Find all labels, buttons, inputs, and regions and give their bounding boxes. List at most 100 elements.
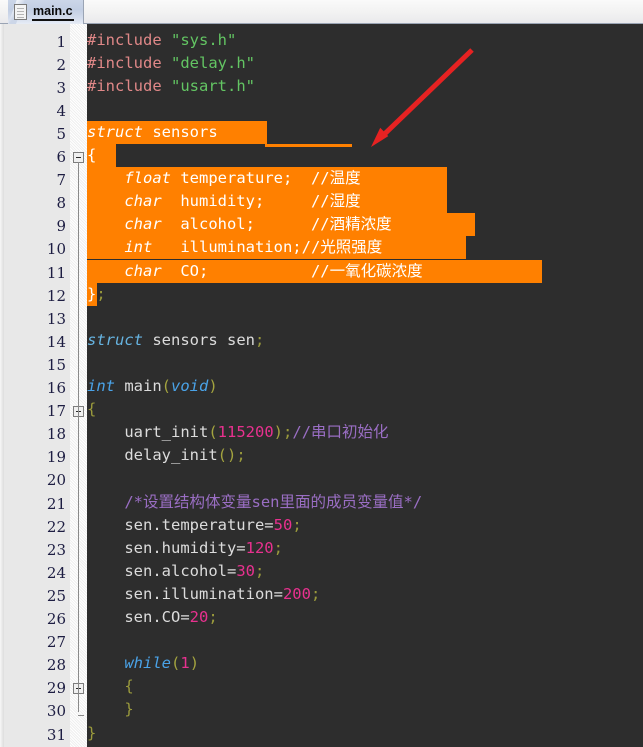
code-token: } — [87, 700, 134, 719]
code-token: ; — [283, 423, 293, 442]
line-number: 10 — [46, 240, 66, 259]
code-token: ) — [189, 654, 200, 673]
code-line[interactable]: sen.humidity=120; — [87, 537, 283, 560]
code-token: () — [217, 446, 237, 465]
code-token: ; — [254, 561, 265, 580]
line-number: 23 — [46, 540, 66, 559]
code-line[interactable]: int illumination;//光照强度 — [87, 236, 382, 259]
code-line[interactable]: } — [87, 698, 134, 721]
code-token: 115200 — [217, 423, 274, 442]
code-token: 120 — [245, 538, 274, 557]
line-number: 11 — [46, 263, 66, 282]
line-number: 2 — [56, 55, 66, 74]
code-token: sen.temperature= — [87, 515, 274, 534]
code-token: #include — [87, 76, 162, 95]
code-line[interactable]: } — [87, 722, 96, 745]
gutter-left-edge — [0, 24, 4, 747]
code-area[interactable]: #include "sys.h" #include "delay.h" #inclu… — [87, 24, 643, 747]
line-number: 6 — [56, 148, 66, 166]
line-number: 24 — [46, 563, 66, 582]
line-number: 1 — [56, 32, 66, 51]
code-token: ) — [208, 377, 218, 395]
code-line[interactable]: int main(void) — [87, 375, 218, 398]
code-line[interactable]: char alcohol; //酒精浓度 — [87, 213, 392, 236]
code-line[interactable]: #include "usart.h" — [87, 75, 255, 98]
code-line[interactable]: { — [87, 144, 96, 167]
line-number: 28 — [46, 656, 66, 675]
code-token: 20 — [189, 608, 209, 626]
line-number: 25 — [46, 586, 66, 605]
code-token: ; — [310, 584, 321, 603]
code-token: alcohol; //酒精浓度 — [161, 215, 392, 234]
line-number: 22 — [46, 517, 66, 536]
code-token: ; — [236, 446, 246, 465]
code-token: char — [124, 261, 162, 280]
code-token: ( — [208, 423, 218, 442]
code-line[interactable]: sen.illumination=200; — [87, 583, 320, 606]
code-line[interactable]: #include "delay.h" — [87, 52, 255, 75]
code-line[interactable]: /*设置结构体变量sen里面的成员变量值*/ — [87, 491, 422, 514]
fold-end-marker — [78, 715, 84, 717]
line-number: 9 — [56, 217, 66, 236]
line-number: 30 — [46, 702, 66, 721]
fold-collapse-icon[interactable] — [73, 151, 84, 163]
line-number: 14 — [46, 332, 66, 351]
code-line[interactable]: }; — [87, 283, 106, 306]
code-line[interactable]: #include "sys.h" — [87, 29, 236, 52]
code-token: ( — [161, 377, 172, 395]
code-token: { — [87, 400, 97, 419]
code-line[interactable]: float temperature; //温度 — [87, 167, 361, 190]
code-line[interactable]: struct sensors sen; — [87, 329, 264, 352]
code-token: "usart.h" — [171, 76, 255, 95]
code-line[interactable]: sen.temperature=50; — [87, 514, 302, 537]
code-line[interactable]: { — [87, 675, 133, 698]
code-token: struct — [87, 122, 143, 141]
code-line[interactable]: sen.CO=20; — [87, 606, 218, 629]
code-token: ( — [171, 654, 181, 673]
line-number: 8 — [56, 194, 66, 213]
code-token: illumination;//光照强度 — [152, 238, 383, 257]
code-token: while — [87, 654, 171, 673]
code-token: void — [171, 377, 209, 395]
code-line[interactable]: char humidity; //湿度 — [87, 190, 361, 213]
code-token: { — [87, 146, 97, 164]
code-line[interactable]: char CO; //一氧化碳浓度 — [87, 260, 422, 283]
line-number: 19 — [46, 448, 66, 467]
code-token: sensors — [143, 122, 218, 141]
code-line[interactable]: while(1) — [87, 652, 199, 675]
code-line[interactable]: delay_init(); — [87, 444, 246, 467]
code-token: ; — [292, 515, 302, 534]
code-token: #include — [87, 53, 162, 72]
line-number: 15 — [46, 355, 66, 374]
fold-guide-line — [78, 416, 79, 713]
line-number-gutter: 1 2 3 4 5 6 7 8 9 10 11 12 13 14 15 16 17 18 19 20 21 22 23 24 2… — [0, 24, 70, 747]
code-token: //串口初始化 — [292, 423, 389, 442]
code-token: delay_init — [87, 446, 218, 465]
line-number: 12 — [46, 286, 66, 305]
code-token: float — [124, 169, 171, 188]
line-number: 5 — [56, 124, 66, 143]
code-token: ; — [208, 608, 218, 626]
line-number: 29 — [46, 679, 66, 698]
code-token: sen.alcohol= — [87, 561, 237, 580]
line-number: 13 — [46, 309, 66, 328]
tab-main-c[interactable]: main.c — [8, 0, 84, 24]
code-line[interactable]: { — [87, 398, 96, 421]
code-token: /*设置结构体变量sen里面的成员变量值*/ — [87, 492, 423, 511]
code-line[interactable]: sen.alcohol=30; — [87, 560, 264, 583]
line-number: 7 — [56, 171, 66, 190]
code-token: ; — [273, 538, 283, 557]
code-line[interactable]: struct sensors — [87, 121, 218, 144]
code-token: int — [87, 377, 115, 395]
code-token: humidity; //湿度 — [161, 192, 361, 211]
line-number: 21 — [46, 494, 66, 513]
code-token: temperature; //温度 — [171, 169, 361, 188]
code-line[interactable]: uart_init(115200);//串口初始化 — [87, 421, 389, 444]
line-number: 16 — [46, 379, 66, 397]
code-token: main — [115, 377, 162, 395]
line-number: 3 — [56, 78, 66, 97]
